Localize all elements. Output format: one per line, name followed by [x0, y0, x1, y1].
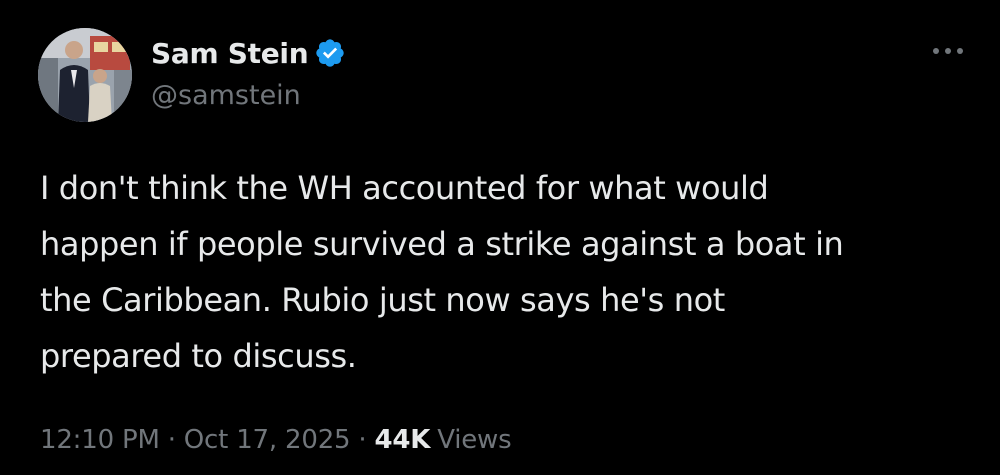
avatar-photo-icon	[38, 28, 132, 122]
tweet-date[interactable]: Oct 17, 2025	[184, 425, 351, 455]
tweet-meta: 12:10 PM · Oct 17, 2025 · 44K Views	[40, 420, 512, 460]
tweet-text: I don't think the WH accounted for what …	[40, 169, 844, 375]
more-options-button[interactable]	[928, 40, 968, 62]
meta-separator: ·	[358, 425, 367, 455]
author-display-name[interactable]: Sam Stein	[151, 37, 309, 70]
tweet-card: Sam Stein @samstein I don't think the WH…	[0, 0, 1000, 475]
author-name-row: Sam Stein	[151, 30, 346, 76]
meta-separator: ·	[167, 425, 176, 455]
verified-badge-icon[interactable]	[314, 37, 346, 69]
author-handle[interactable]: @samstein	[151, 80, 301, 111]
tweet-time[interactable]: 12:10 PM	[40, 425, 160, 455]
avatar[interactable]	[38, 28, 132, 122]
more-options-icon	[933, 48, 963, 54]
views-label: Views	[437, 425, 512, 455]
views-count[interactable]: 44K	[374, 425, 430, 455]
